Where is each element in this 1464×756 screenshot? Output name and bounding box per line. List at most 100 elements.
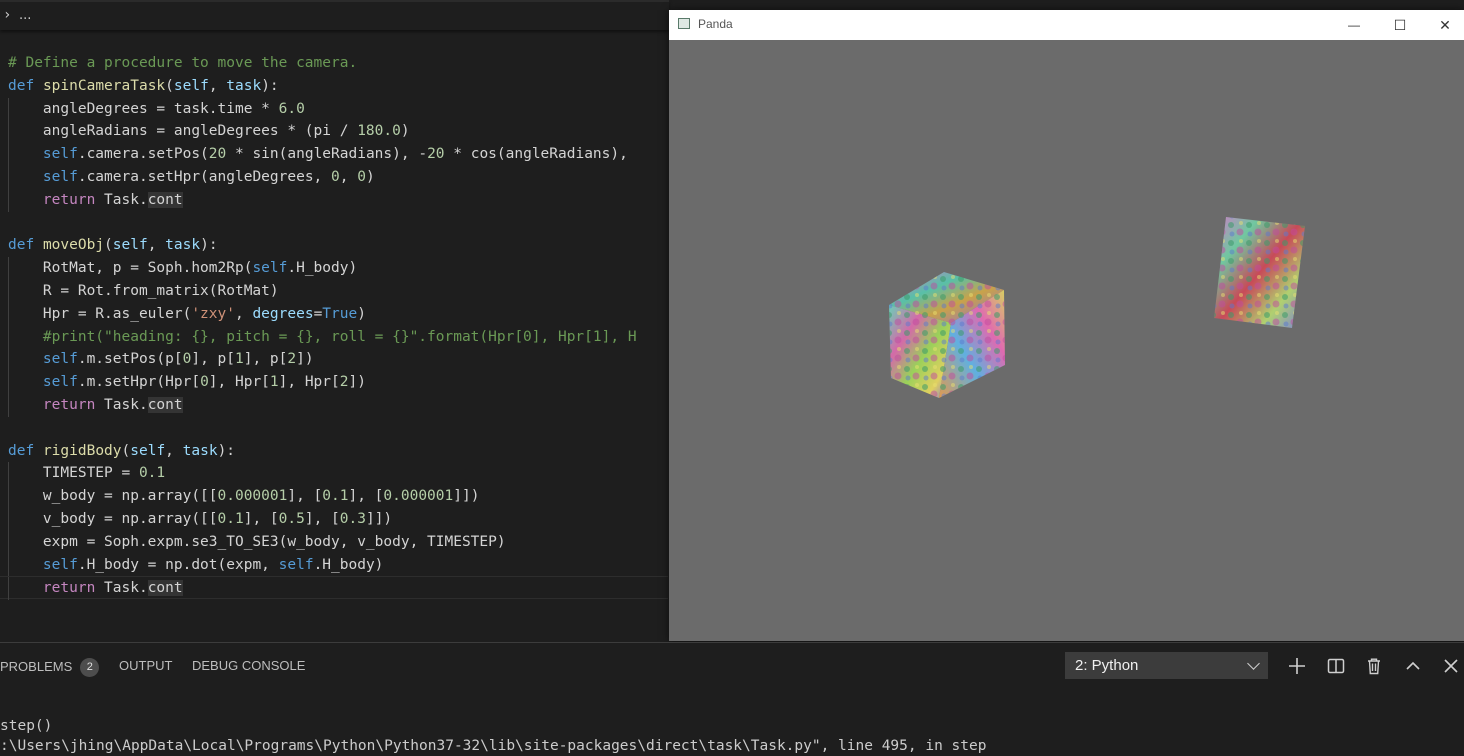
code-token: 180.0 [357,123,401,140]
code-token: self [130,442,166,459]
code-line[interactable]: expm = Soph.expm.se3_TO_SE3(w_body, v_bo… [0,530,668,554]
code-token: True [322,305,358,322]
code-token: # Define a procedure to move the camera. [8,55,358,71]
code-line[interactable]: TIMESTEP = 0.1 [0,462,668,486]
new-terminal-button[interactable] [1284,653,1310,679]
indent-guide [8,507,9,531]
3d-viewport[interactable] [669,40,1464,641]
code-token: 0.1 [138,465,166,482]
split-terminal-button[interactable] [1323,653,1349,679]
code-token: expm = Soph.expm.se3_TO_SE3(w_body, v_bo… [8,533,506,550]
code-line[interactable]: angleDegrees = task.time * 6.0 [0,97,668,121]
code-token: .H_body) [313,556,384,573]
code-token: ]]) [453,488,480,505]
chevron-up-icon [1406,661,1420,670]
code-line[interactable]: self.H_body = np.dot(expm, self.H_body) [0,553,668,577]
problems-count-badge: 2 [80,658,100,677]
code-line[interactable]: angleRadians = angleDegrees * (pi / 180.… [0,120,668,144]
code-token: v_body = np.array([[ [8,510,218,527]
code-token: self [252,260,288,277]
code-token: def [8,77,35,94]
code-line[interactable]: self.m.setHpr(Hpr[0], Hpr[1], Hpr[2]) [0,371,668,394]
code-token: .camera.setPos( [77,146,209,163]
code-line[interactable]: return Task.cont [0,393,668,417]
indent-guide [8,371,9,394]
code-line[interactable] [0,212,668,235]
code-token: def [8,237,35,254]
chevron-right-icon: › [3,7,12,23]
near-cube [889,272,1005,398]
scene-svg [889,217,1305,398]
tab-problems[interactable]: PROBLEMS 2 [0,658,100,677]
window-titlebar[interactable]: Panda — ☐ ✕ [669,10,1464,40]
maximize-button[interactable]: ☐ [1380,13,1420,37]
code-token: 'zxy' [191,305,235,322]
code-line[interactable]: #print("heading: {}, pitch = {}, roll = … [0,325,668,349]
code-token: , [147,237,166,254]
code-token: ], p[ [243,351,288,368]
code-token: return [42,396,96,413]
code-token: self [42,146,78,163]
code-line[interactable]: RotMat, p = Soph.hom2Rp(self.H_body) [0,257,668,280]
code-token: 0.000001 [217,488,288,505]
close-icon [1444,659,1458,673]
code-token: self [42,351,78,368]
indent-guide [8,97,9,121]
maximize-panel-button[interactable] [1400,653,1426,679]
code-token: .H_body = np.dot(expm, [77,556,279,573]
code-line[interactable]: R = Rot.from_matrix(RotMat) [0,279,668,303]
code-line[interactable]: # Define a procedure to move the camera. [0,52,668,75]
code-token: RotMat, p = Soph.hom2Rp( [8,260,253,277]
code-line[interactable]: self.camera.setHpr(angleDegrees, 0, 0) [0,165,668,189]
code-token: ): [217,442,236,459]
code-token: , [339,168,358,185]
indent-guide [8,120,9,144]
code-token: 0.1 [217,510,244,527]
split-icon [1327,658,1345,674]
code-token: task [165,237,201,254]
code-token: * sin(angleRadians), - [226,146,428,163]
code-line[interactable]: w_body = np.array([[0.000001], [0.1], [0… [0,485,668,508]
code-token: w_body = np.array([[ [8,488,218,505]
code-line[interactable]: return Task.cont [0,188,668,212]
code-token: ], [ [304,510,340,527]
panda-window[interactable]: Panda — ☐ ✕ [669,10,1464,641]
indent-guide [8,485,9,508]
code-token: .m.setHpr(Hpr[ [77,374,201,391]
tab-output[interactable]: OUTPUT [119,658,172,673]
code-token: .H_body) [287,260,358,277]
code-line[interactable]: self.m.setPos(p[0], p[1], p[2]) [0,348,668,372]
indent-guide [8,188,9,212]
minimize-button[interactable]: — [1334,13,1374,37]
code-token: ]) [348,374,366,391]
code-editor[interactable]: # Define a procedure to move the camera.… [0,52,668,642]
code-line[interactable] [0,417,668,440]
breadcrumb[interactable]: › ... [0,0,669,30]
code-token: ) [400,123,410,140]
kill-terminal-button[interactable] [1361,653,1387,679]
code-token: #print("heading: {}, pitch = {}, roll = … [42,328,637,345]
close-button[interactable]: ✕ [1425,13,1464,37]
code-token: 0.1 [322,488,349,505]
code-line[interactable]: def spinCameraTask(self, task): [0,75,668,98]
terminal-line-2: :\Users\jhing\AppData\Local\Programs\Pyt… [0,738,987,754]
terminal-select[interactable]: 2: Python [1065,652,1268,679]
panda-app-icon [678,18,690,29]
code-line[interactable]: def rigidBody(self, task): [0,440,668,463]
code-token: 6.0 [278,100,305,117]
code-line[interactable]: def moveObj(self, task): [0,234,668,257]
breadcrumb-ellipsis[interactable]: ... [19,8,31,23]
code-line[interactable]: Hpr = R.as_euler('zxy', degrees=True) [0,302,668,326]
code-line[interactable]: self.camera.setPos(20 * sin(angleRadians… [0,143,668,166]
close-panel-button[interactable] [1438,653,1464,679]
tab-debug-console[interactable]: DEBUG CONSOLE [192,658,305,673]
code-token: 2 [287,351,297,368]
code-line[interactable]: return Task.cont [0,576,668,601]
code-token: angleRadians = angleDegrees * (pi / [8,123,358,140]
code-token: , [208,77,227,94]
code-token: Task. [95,580,148,597]
code-token: ): [200,237,218,254]
code-token: , [165,442,183,459]
code-line[interactable]: v_body = np.array([[0.1], [0.5], [0.3]]) [0,507,668,531]
